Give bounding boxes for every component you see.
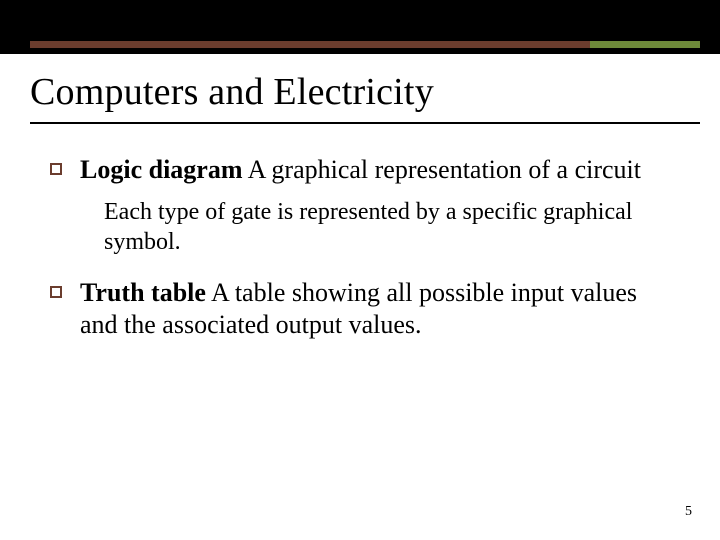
bullet-icon [50,286,62,298]
definition: A graphical representation of a circuit [243,155,642,184]
title-underline [30,122,700,124]
bullet-item: Logic diagram A graphical representation… [50,154,660,187]
term: Truth table [80,278,206,307]
bullet-text: Logic diagram A graphical representation… [80,154,641,187]
stripe-brown [30,41,590,48]
decorative-stripe [30,41,700,48]
title-area: Computers and Electricity [30,70,700,124]
bullet-item: Truth table A table showing all possible… [50,277,660,342]
slide: Computers and Electricity Logic diagram … [0,0,720,540]
bullet-text: Truth table A table showing all possible… [80,277,660,342]
term: Logic diagram [80,155,243,184]
body-area: Logic diagram A graphical representation… [50,154,660,348]
sub-bullet-text: Each type of gate is represented by a sp… [104,197,660,257]
slide-title: Computers and Electricity [30,70,700,114]
stripe-green [590,41,700,48]
bullet-icon [50,163,62,175]
page-number: 5 [685,504,692,520]
